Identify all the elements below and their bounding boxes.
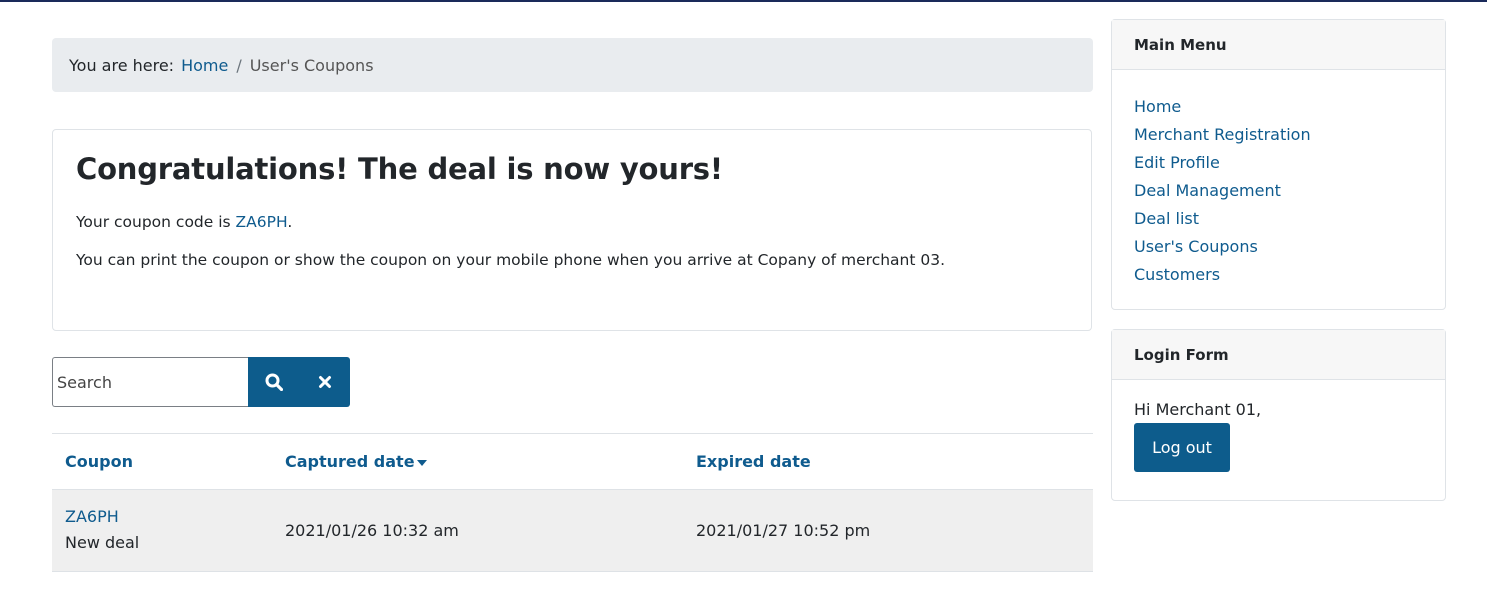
- main-menu-title: Main Menu: [1112, 20, 1445, 70]
- success-heading: Congratulations! The deal is now yours!: [76, 152, 723, 186]
- coupon-cell: ZA6PH New deal: [52, 505, 285, 557]
- clear-search-button[interactable]: [299, 357, 350, 407]
- close-icon: [318, 376, 331, 388]
- search-bar: [52, 357, 350, 407]
- column-header-coupon[interactable]: Coupon: [65, 452, 133, 471]
- login-form-body: Hi Merchant 01, Log out: [1112, 380, 1445, 494]
- search-button[interactable]: [248, 357, 299, 407]
- user-greeting: Hi Merchant 01,: [1134, 400, 1262, 419]
- print-instructions: You can print the coupon or show the cou…: [76, 251, 946, 269]
- logout-button[interactable]: Log out: [1134, 423, 1230, 472]
- menu-item-customers[interactable]: Customers: [1134, 265, 1220, 284]
- top-border: [0, 0, 1487, 2]
- expired-date-cell: 2021/01/27 10:52 pm: [696, 521, 871, 540]
- breadcrumb-current: User's Coupons: [249, 55, 374, 75]
- menu-item-deal-list[interactable]: Deal list: [1134, 209, 1199, 228]
- search-icon: [265, 373, 283, 391]
- main-menu-list: Home Merchant Registration Edit Profile …: [1112, 70, 1445, 312]
- menu-item-deal-management[interactable]: Deal Management: [1134, 181, 1281, 200]
- coupon-code-text: Your coupon code is ZA6PH.: [76, 213, 1068, 231]
- menu-item-merchant-registration[interactable]: Merchant Registration: [1134, 125, 1311, 144]
- menu-item-edit-profile[interactable]: Edit Profile: [1134, 153, 1220, 172]
- captured-date-cell: 2021/01/26 10:32 am: [285, 521, 459, 540]
- sort-desc-icon: [416, 459, 427, 466]
- coupons-table: Coupon Captured date Expired date ZA6PH …: [52, 433, 1093, 572]
- deal-title: New deal: [65, 532, 140, 552]
- login-form-title: Login Form: [1112, 330, 1445, 380]
- main-menu-panel: Main Menu Home Merchant Registration Edi…: [1111, 19, 1446, 310]
- column-header-captured-date[interactable]: Captured date: [285, 452, 427, 471]
- breadcrumb-prefix: You are here:: [69, 55, 175, 75]
- coupon-code-link[interactable]: ZA6PH: [236, 213, 288, 231]
- breadcrumb-separator: /: [236, 55, 242, 75]
- coupon-code-prefix: Your coupon code is: [76, 213, 236, 231]
- menu-item-users-coupons[interactable]: User's Coupons: [1134, 237, 1258, 256]
- coupon-code-suffix: .: [287, 213, 293, 231]
- breadcrumb-home-link[interactable]: Home: [181, 56, 228, 75]
- menu-item-home[interactable]: Home: [1134, 97, 1181, 116]
- coupon-code-link[interactable]: ZA6PH: [65, 505, 285, 529]
- column-header-expired-date[interactable]: Expired date: [696, 452, 811, 471]
- login-form-panel: Login Form Hi Merchant 01, Log out: [1111, 329, 1446, 501]
- captured-date-label: Captured date: [285, 452, 415, 471]
- table-row: ZA6PH New deal 2021/01/26 10:32 am 2021/…: [52, 490, 1093, 572]
- search-input[interactable]: [52, 357, 248, 407]
- breadcrumb: You are here: Home / User's Coupons: [52, 38, 1093, 92]
- success-message-box: Congratulations! The deal is now yours! …: [52, 129, 1092, 331]
- table-header: Coupon Captured date Expired date: [52, 434, 1093, 490]
